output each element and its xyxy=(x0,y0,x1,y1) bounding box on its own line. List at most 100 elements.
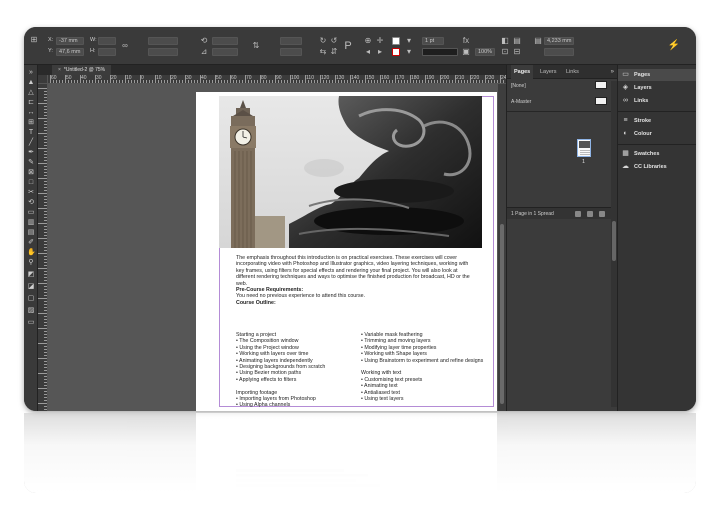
formatting-affects-icon[interactable]: ▢ xyxy=(27,295,35,302)
h-field[interactable] xyxy=(98,48,116,56)
fill-stroke-swatch-icon[interactable]: ◪ xyxy=(27,283,35,290)
stroke-swatch[interactable] xyxy=(392,48,400,56)
gap-tool-icon[interactable]: ↔ xyxy=(27,109,35,116)
gradient-swatch-tool-icon[interactable]: ▭ xyxy=(27,209,35,216)
content-collector-icon[interactable]: ⊞ xyxy=(27,119,35,126)
eyedropper-tool-icon[interactable]: ✐ xyxy=(27,239,35,246)
rotate-icon[interactable]: ⟲ xyxy=(200,37,208,45)
document-vertical-scrollbar[interactable] xyxy=(498,84,506,411)
offset-field-2[interactable] xyxy=(544,48,574,56)
dock-item-pages[interactable]: ▭ Pages xyxy=(618,69,696,81)
none-master-thumbnail[interactable] xyxy=(595,81,607,89)
offset-field[interactable]: 4,233 mm xyxy=(544,37,574,45)
pages-panel-scroll-thumb[interactable] xyxy=(612,221,616,261)
pencil-tool-icon[interactable]: ✎ xyxy=(27,159,35,166)
big-ben-photo[interactable] xyxy=(219,96,482,248)
document-scroll-thumb[interactable] xyxy=(500,224,504,404)
line-tool-icon[interactable]: ╱ xyxy=(27,139,35,146)
flip-horizontal-icon[interactable]: ⇆ xyxy=(319,48,327,56)
flip-icon[interactable]: ⇅ xyxy=(252,42,260,50)
flip-vertical-icon[interactable]: ⇵ xyxy=(330,48,338,56)
tools-collapse-icon[interactable]: » xyxy=(27,69,35,76)
rectangle-tool-icon[interactable]: □ xyxy=(27,179,35,186)
page-tool-icon[interactable]: ⊏ xyxy=(27,99,35,106)
shear-icon[interactable]: ⊿ xyxy=(200,48,208,56)
panel-menu-icon[interactable]: » xyxy=(611,65,614,79)
select-previous-icon[interactable]: ◂ xyxy=(364,48,372,56)
fit-frame-icon[interactable]: ⊟ xyxy=(513,48,521,56)
reference-point-icon[interactable]: ⊞ xyxy=(30,36,38,44)
scissors-tool-icon[interactable]: ✂ xyxy=(27,189,35,196)
horizontal-ruler[interactable]: 60 50 40 30 20 10 0 10 20 30 40 50 60 70 80 90 100 110 120… xyxy=(48,75,506,84)
a-master-thumbnail[interactable] xyxy=(595,97,607,105)
drop-shadow-icon[interactable]: ◧ xyxy=(501,37,509,45)
apply-color-icon[interactable]: ▨ xyxy=(27,307,35,314)
text-frame-icon[interactable]: P xyxy=(344,41,352,52)
rectangle-frame-tool-icon[interactable]: ⊠ xyxy=(27,169,35,176)
opacity-field[interactable]: 100% xyxy=(475,48,495,56)
tab-layers[interactable]: Layers xyxy=(537,65,560,79)
hand-tool-icon[interactable]: ✋ xyxy=(27,249,36,256)
pasteboard[interactable]: The emphasis throughout this introductio… xyxy=(48,84,506,411)
pen-tool-icon[interactable]: ✒ xyxy=(27,149,35,156)
page-1-thumbnail[interactable] xyxy=(577,139,591,157)
document-page[interactable]: The emphasis throughout this introductio… xyxy=(196,92,497,411)
ruler-minor-tick xyxy=(377,80,378,83)
none-master-label[interactable]: [None] xyxy=(511,83,526,89)
a-master-label[interactable]: A-Master xyxy=(511,99,531,105)
rotate-90-cw-icon[interactable]: ↻ xyxy=(319,37,327,45)
stroke-dropdown-icon[interactable]: ▾ xyxy=(405,48,413,56)
w-field[interactable] xyxy=(98,37,116,45)
ruler-minor-tick xyxy=(389,80,390,83)
rotate-field[interactable] xyxy=(212,37,238,45)
rotate-90-ccw-icon[interactable]: ↺ xyxy=(330,37,338,45)
publish-online-icon[interactable]: ⚡ xyxy=(668,40,680,51)
opacity-icon[interactable]: ▣ xyxy=(462,48,470,56)
vertical-ruler[interactable] xyxy=(38,84,48,411)
scale-y-field[interactable] xyxy=(148,48,178,56)
default-fill-stroke-icon[interactable]: ◩ xyxy=(27,271,35,278)
align-left-icon[interactable]: ▤ xyxy=(534,37,542,45)
dock-item-swatches[interactable]: ▦ Swatches xyxy=(618,148,696,160)
dock-item-links[interactable]: ∞ Links xyxy=(618,95,696,107)
select-container-icon[interactable]: ⊕ xyxy=(364,37,372,45)
direct-selection-tool-icon[interactable]: △ xyxy=(27,89,35,96)
type-tool-icon[interactable]: T xyxy=(27,129,35,136)
fill-dropdown-icon[interactable]: ▾ xyxy=(405,37,413,45)
dock-item-stroke[interactable]: ≡ Stroke xyxy=(618,115,696,127)
intro-text-frame[interactable]: The emphasis throughout this introductio… xyxy=(236,255,476,306)
x-field[interactable]: -37 mm xyxy=(56,37,84,45)
pages-divider[interactable] xyxy=(507,111,614,112)
fill-swatch[interactable] xyxy=(392,37,400,45)
text-wrap-icon[interactable]: ▤ xyxy=(513,37,521,45)
select-content-icon[interactable]: ✛ xyxy=(376,37,384,45)
constrain-proportions-icon[interactable]: ∞ xyxy=(121,42,129,50)
ruler-origin[interactable] xyxy=(38,75,48,84)
y-field[interactable]: 47,6 mm xyxy=(56,48,84,56)
stroke-type-dropdown[interactable] xyxy=(422,48,458,56)
document-tab[interactable]: × *Untitled-2 @ 75% xyxy=(52,65,112,75)
dock-item-layers[interactable]: ◈ Layers xyxy=(618,82,696,94)
dock-item-cc-libraries[interactable]: ☁ CC Libraries xyxy=(618,161,696,173)
page-size-icon[interactable] xyxy=(575,211,581,217)
close-tab-icon[interactable]: × xyxy=(58,67,61,73)
delete-page-icon[interactable] xyxy=(599,211,605,217)
selection-tool-icon[interactable]: ▲ xyxy=(27,79,35,86)
shear-field[interactable] xyxy=(212,48,238,56)
field-b[interactable] xyxy=(280,48,302,56)
dock-item-colour[interactable]: ◐ Colour xyxy=(618,128,696,140)
zoom-tool-icon[interactable]: ⚲ xyxy=(27,259,35,266)
field-a[interactable] xyxy=(280,37,302,45)
stroke-weight-field[interactable]: 1 pt xyxy=(422,37,444,45)
new-page-icon[interactable] xyxy=(587,211,593,217)
free-transform-tool-icon[interactable]: ⟲ xyxy=(27,199,35,206)
gradient-feather-tool-icon[interactable]: ▥ xyxy=(27,219,35,226)
fit-content-icon[interactable]: ⊡ xyxy=(501,48,509,56)
tab-pages[interactable]: Pages xyxy=(511,65,534,79)
screen-mode-icon[interactable]: ▭ xyxy=(27,319,35,326)
scale-x-field[interactable] xyxy=(148,37,178,45)
tab-links[interactable]: Links xyxy=(563,65,582,79)
select-next-icon[interactable]: ▸ xyxy=(376,48,384,56)
effects-icon[interactable]: fx xyxy=(462,37,470,45)
note-tool-icon[interactable]: ▤ xyxy=(27,229,35,236)
